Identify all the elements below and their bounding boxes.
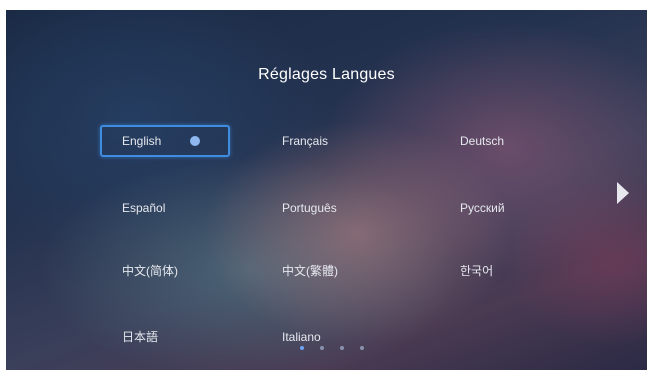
page-indicator	[298, 346, 378, 352]
language-label: Français	[282, 134, 329, 148]
chevron-right-icon[interactable]	[617, 182, 629, 204]
language-option-russian[interactable]: Русский	[438, 192, 568, 224]
language-option-french[interactable]: Français	[260, 125, 390, 157]
language-option-japanese[interactable]: 日本語	[100, 321, 230, 353]
language-option-korean[interactable]: 한국어	[438, 255, 568, 287]
language-option-spanish[interactable]: Español	[100, 192, 230, 224]
page-dot	[300, 346, 304, 350]
language-label: Deutsch	[460, 134, 505, 148]
language-label: 中文(简体)	[122, 264, 178, 278]
radio-selected-icon	[190, 136, 200, 146]
language-label: 中文(繁體)	[282, 264, 338, 278]
language-label: English	[122, 134, 162, 148]
page-title: Réglages Langues	[258, 66, 395, 83]
language-option-chinese-simplified[interactable]: 中文(简体)	[100, 255, 230, 287]
language-option-english[interactable]: English	[100, 125, 230, 157]
language-option-german[interactable]: Deutsch	[438, 125, 568, 157]
language-option-portuguese[interactable]: Português	[260, 192, 390, 224]
language-label: Русский	[460, 201, 505, 215]
language-label: Español	[122, 201, 166, 215]
language-option-chinese-traditional[interactable]: 中文(繁體)	[260, 255, 390, 287]
language-label: 한국어	[460, 264, 494, 278]
page-dot	[340, 346, 344, 350]
page-dot	[320, 346, 324, 350]
language-label: Português	[282, 201, 337, 215]
language-label: 日本語	[122, 330, 159, 344]
page-dot	[360, 346, 364, 350]
language-settings-screen: Réglages Langues English Français Deutsc…	[6, 10, 647, 370]
language-label: Italiano	[282, 330, 321, 344]
